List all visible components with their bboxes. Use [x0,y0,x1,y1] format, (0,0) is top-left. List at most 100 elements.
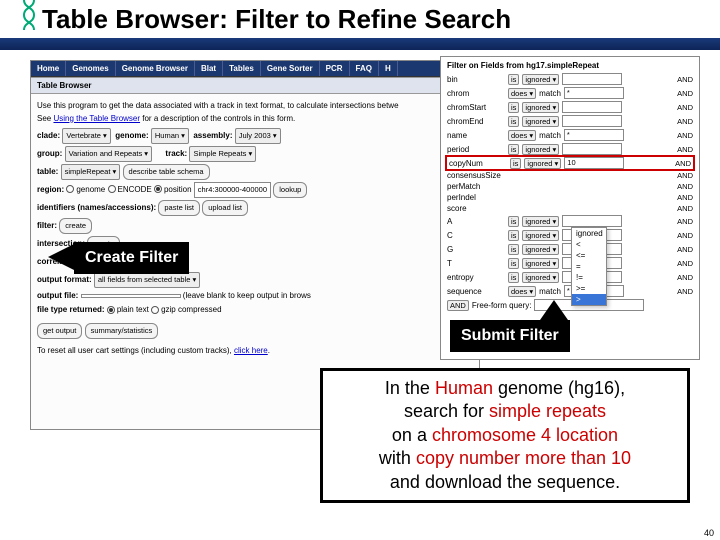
genome-label: genome: [115,131,148,140]
nav-blat[interactable]: Blat [195,61,223,76]
plain-radio[interactable] [107,306,115,314]
op-ignored[interactable]: ignored [572,228,606,239]
op-eq[interactable]: = [572,261,606,272]
filter-sequence-label: sequence [447,287,505,296]
op-ne[interactable]: != [572,272,606,283]
position-input[interactable]: chr4:300000-400000 [194,182,271,198]
filter-chromstart-label: chromStart [447,103,505,112]
submit-filter-callout: Submit Filter [450,320,570,352]
navbar: Home Genomes Genome Browser Blat Tables … [31,61,479,77]
filter-period-op[interactable]: ignored ▾ [522,144,559,155]
operator-dropdown[interactable]: ignored < <= = != >= > [571,227,607,306]
filter-period-label: period [447,145,505,154]
filter-chromend-input[interactable] [562,115,622,127]
page-number: 40 [704,528,714,538]
op-ge[interactable]: >= [572,283,606,294]
gzip-radio[interactable] [151,306,159,314]
section-header: Table Browser [31,77,479,94]
assembly-label: assembly: [193,131,232,140]
filter-permatch-label: perMatch [447,182,505,191]
filter-a-label: A [447,217,505,226]
reset-text: To reset all user cart settings (includi… [37,346,234,355]
filter-name-input[interactable]: * [564,129,624,141]
using-link[interactable]: Using the Table Browser [53,114,140,123]
filter-a-input[interactable] [562,215,622,227]
filter-name-does[interactable]: does ▾ [508,130,536,141]
page-title: Table Browser: Filter to Refine Search [42,4,511,35]
track-label: track: [165,149,187,158]
genome-select[interactable]: Human ▾ [151,128,189,144]
filter-c-label: C [447,231,505,240]
filter-sequence-does[interactable]: does ▾ [508,286,536,297]
track-select[interactable]: Simple Repeats ▾ [189,146,256,162]
filter-chromstart-input[interactable] [562,101,622,113]
submit-filter-label: Submit Filter [450,320,570,352]
filter-create-button[interactable]: create [59,218,92,234]
table-select[interactable]: simpleRepeat ▾ [61,164,121,180]
nav-pcr[interactable]: PCR [320,61,350,76]
get-output-button[interactable]: get output [37,323,82,339]
filter-copynum-input[interactable]: 10 [564,157,624,169]
arrow-left-icon [48,244,74,270]
region-position-radio[interactable] [154,185,162,193]
lookup-button[interactable]: lookup [273,182,307,198]
filter-label: filter: [37,221,57,230]
summary-box: In the Human genome (hg16), search for s… [320,368,690,503]
nav-genomes[interactable]: Genomes [66,61,115,76]
describe-button[interactable]: describe table schema [123,164,210,180]
nav-help[interactable]: H [379,61,398,76]
op-gt[interactable]: > [572,294,606,305]
group-select[interactable]: Variation and Repeats ▾ [65,146,153,162]
op-lt[interactable]: < [572,239,606,250]
assembly-select[interactable]: July 2003 ▾ [235,128,281,144]
table-label: table: [37,167,58,176]
filter-copynum-row: copyNumisignored ▾10AND [445,155,695,171]
create-filter-label: Create Filter [74,242,189,274]
filter-chrom-does[interactable]: does ▾ [508,88,536,99]
filter-period-input[interactable] [562,143,622,155]
filter-chromstart-op[interactable]: ignored ▾ [522,102,559,113]
filter-chromend-label: chromEnd [447,117,505,126]
nav-genome-browser[interactable]: Genome Browser [116,61,195,76]
clade-select[interactable]: Vertebrate ▾ [62,128,110,144]
filter-chrom-label: chrom [447,89,505,98]
nav-home[interactable]: Home [31,61,66,76]
filter-title: Filter on Fields from hg17.simpleRepeat [447,61,693,70]
filter-bin-label: bin [447,75,505,84]
filter-entropy-op[interactable]: ignored ▾ [522,272,559,283]
filter-g-label: G [447,245,505,254]
click-here-link[interactable]: click here [234,346,268,355]
filter-consensus-label: consensusSize [447,171,505,180]
filter-chrom-input[interactable]: * [564,87,624,99]
paste-button[interactable]: paste list [158,200,200,216]
filter-t-op[interactable]: ignored ▾ [522,258,559,269]
region-encode-radio[interactable] [108,185,116,193]
nav-tables[interactable]: Tables [223,61,261,76]
filter-score-label: score [447,204,505,213]
region-genome-radio[interactable] [66,185,74,193]
filter-c-op[interactable]: ignored ▾ [522,230,559,241]
arrow-up-icon [540,300,568,320]
filter-panel: Filter on Fields from hg17.simpleRepeat … [440,56,700,360]
upload-button[interactable]: upload list [202,200,248,216]
intro-text: Use this program to get the data associa… [37,100,473,126]
filter-copynum-op[interactable]: ignored ▾ [524,158,561,169]
filter-g-op[interactable]: ignored ▾ [522,244,559,255]
group-label: group: [37,149,62,158]
summary-button[interactable]: summary/statistics [85,323,159,339]
op-le[interactable]: <= [572,250,606,261]
identifiers-label: identifiers (names/accessions): [37,203,156,212]
region-label: region: [37,185,64,194]
output-file-input[interactable] [81,294,181,298]
filter-bin-input[interactable] [562,73,622,85]
output-file-label: output file: [37,291,78,300]
nav-gene-sorter[interactable]: Gene Sorter [261,61,320,76]
and-select[interactable]: AND [447,300,469,311]
filter-a-op[interactable]: ignored ▾ [522,216,559,227]
output-format-label: output format: [37,275,92,284]
dna-icon [20,0,38,30]
filter-bin-op[interactable]: ignored ▾ [522,74,559,85]
nav-faq[interactable]: FAQ [350,61,379,76]
output-file-hint: (leave blank to keep output in brows [183,291,311,300]
filter-chromend-op[interactable]: ignored ▾ [522,116,559,127]
